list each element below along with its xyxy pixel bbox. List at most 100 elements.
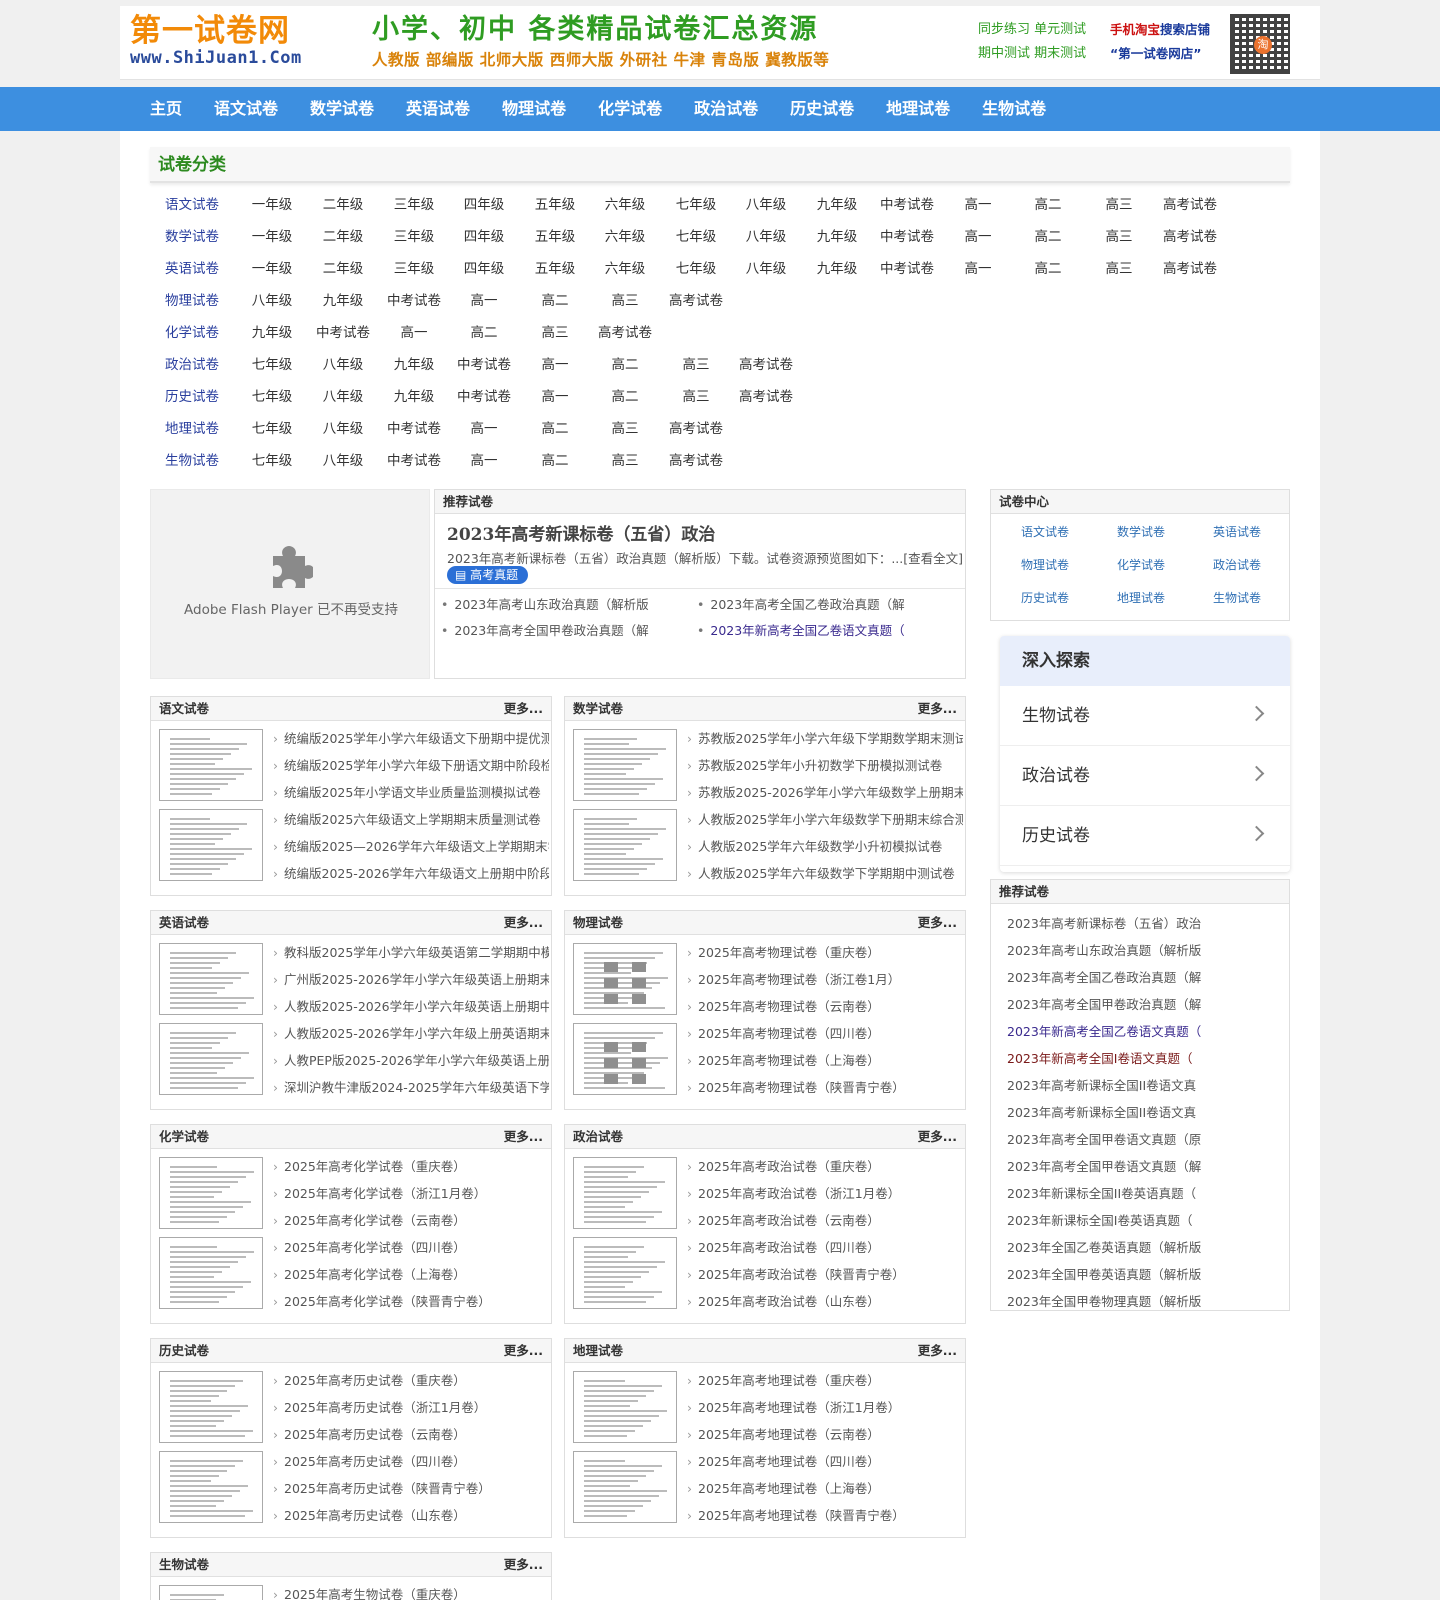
article-link[interactable]: 深圳沪教牛津版2024-2025学年六年级英语下学 <box>273 1074 549 1101</box>
category-grade-link[interactable]: 五年级 <box>519 189 591 221</box>
article-link[interactable]: 2025年高考历史试卷（云南卷） <box>273 1421 549 1448</box>
article-link[interactable]: 2025年高考地理试卷（云南卷） <box>687 1421 963 1448</box>
category-grade-link[interactable]: 高一 <box>519 381 591 413</box>
category-subject-link[interactable]: 地理试卷 <box>150 413 234 445</box>
category-grade-link[interactable]: 七年级 <box>236 349 308 381</box>
article-link[interactable]: 统编版2025六年级语文上学期期末质量测试卷 <box>273 806 549 833</box>
category-grade-link[interactable]: 八年级 <box>307 445 379 477</box>
category-grade-link[interactable]: 高考试卷 <box>1154 221 1226 253</box>
test-center-link[interactable]: 语文试卷 <box>997 516 1093 548</box>
category-grade-link[interactable]: 五年级 <box>519 253 591 285</box>
more-link[interactable]: 更多... <box>918 911 957 935</box>
category-grade-link[interactable]: 高三 <box>1083 221 1155 253</box>
category-grade-link[interactable]: 中考试卷 <box>378 445 450 477</box>
article-link[interactable]: 2025年高考地理试卷（上海卷） <box>687 1475 963 1502</box>
category-grade-link[interactable]: 四年级 <box>448 253 520 285</box>
article-link[interactable]: 2025年高考地理试卷（四川卷） <box>687 1448 963 1475</box>
category-grade-link[interactable]: 四年级 <box>448 189 520 221</box>
paper-thumbnail[interactable] <box>573 729 677 801</box>
category-grade-link[interactable]: 高二 <box>448 317 520 349</box>
more-link[interactable]: 更多... <box>504 1125 543 1149</box>
category-grade-link[interactable]: 高一 <box>519 349 591 381</box>
article-link[interactable]: 人教版2025学年六年级数学下学期期中测试卷 <box>687 860 963 887</box>
category-grade-link[interactable]: 五年级 <box>519 221 591 253</box>
right-recommend-item[interactable]: 2023年全国甲卷英语真题（解析版 <box>991 1261 1289 1288</box>
category-grade-link[interactable]: 七年级 <box>236 381 308 413</box>
category-grade-link[interactable]: 八年级 <box>730 253 802 285</box>
category-grade-link[interactable]: 中考试卷 <box>448 381 520 413</box>
paper-thumbnail[interactable] <box>159 1371 263 1443</box>
right-recommend-item[interactable]: 2023年新高考全国乙卷语文真题（ <box>991 1018 1289 1045</box>
nav-item-6[interactable]: 政治试卷 <box>684 87 768 131</box>
article-link[interactable]: 2025年高考政治试卷（陕晋青宁卷） <box>687 1261 963 1288</box>
category-grade-link[interactable]: 九年级 <box>378 381 450 413</box>
nav-item-9[interactable]: 生物试卷 <box>972 87 1056 131</box>
nav-item-7[interactable]: 历史试卷 <box>780 87 864 131</box>
category-grade-link[interactable]: 中考试卷 <box>871 189 943 221</box>
article-link[interactable]: 2025年高考化学试卷（云南卷） <box>273 1207 549 1234</box>
right-recommend-item[interactable]: 2023年高考全国甲卷政治真题（解 <box>991 991 1289 1018</box>
category-grade-link[interactable]: 高三 <box>1083 253 1155 285</box>
article-link[interactable]: 2025年高考化学试卷（浙江1月卷） <box>273 1180 549 1207</box>
category-grade-link[interactable]: 高考试卷 <box>730 349 802 381</box>
category-grade-link[interactable]: 二年级 <box>307 253 379 285</box>
article-link[interactable]: 2025年高考政治试卷（四川卷） <box>687 1234 963 1261</box>
category-grade-link[interactable]: 二年级 <box>307 189 379 221</box>
nav-item-5[interactable]: 化学试卷 <box>588 87 672 131</box>
paper-thumbnail[interactable] <box>159 1237 263 1309</box>
more-link[interactable]: 更多... <box>504 697 543 721</box>
site-logo[interactable]: 第一试卷网 www.ShiJuan1.Com <box>130 14 345 76</box>
category-subject-link[interactable]: 生物试卷 <box>150 445 234 477</box>
paper-thumbnail[interactable] <box>159 1157 263 1229</box>
right-recommend-item[interactable]: 2023年高考新课标全国II卷语文真 <box>991 1099 1289 1126</box>
category-grade-link[interactable]: 二年级 <box>307 221 379 253</box>
category-grade-link[interactable]: 高三 <box>660 381 732 413</box>
paper-thumbnail[interactable] <box>159 809 263 881</box>
right-recommend-item[interactable]: 2023年高考全国甲卷语文真题（解 <box>991 1153 1289 1180</box>
paper-thumbnail[interactable] <box>573 1157 677 1229</box>
category-grade-link[interactable]: 高二 <box>589 349 661 381</box>
recommend-description[interactable]: 2023年高考新课标卷（五省）政治真题（解析版）下载。试卷资源预览图如下：...… <box>447 548 963 567</box>
article-link[interactable]: 2025年高考地理试卷（重庆卷） <box>687 1367 963 1394</box>
nav-item-4[interactable]: 物理试卷 <box>492 87 576 131</box>
test-center-link[interactable]: 英语试卷 <box>1189 516 1285 548</box>
article-link[interactable]: 2025年高考化学试卷（陕晋青宁卷） <box>273 1288 549 1315</box>
category-grade-link[interactable]: 高三 <box>660 349 732 381</box>
test-center-link[interactable]: 化学试卷 <box>1093 549 1189 581</box>
category-grade-link[interactable]: 八年级 <box>307 413 379 445</box>
category-grade-link[interactable]: 七年级 <box>660 253 732 285</box>
right-recommend-item[interactable]: 2023年高考山东政治真题（解析版 <box>991 937 1289 964</box>
article-link[interactable]: 2025年高考历史试卷（浙江1月卷） <box>273 1394 549 1421</box>
explore-item[interactable]: 生物试卷 <box>1000 686 1290 746</box>
category-grade-link[interactable]: 高二 <box>519 413 591 445</box>
article-link[interactable]: 2025年高考生物试卷（重庆卷） <box>273 1581 549 1600</box>
category-grade-link[interactable]: 中考试卷 <box>378 413 450 445</box>
paper-thumbnail[interactable] <box>573 943 677 1015</box>
right-recommend-item[interactable]: 2023年高考全国乙卷政治真题（解 <box>991 964 1289 991</box>
category-subject-link[interactable]: 物理试卷 <box>150 285 234 317</box>
article-link[interactable]: 2025年高考物理试卷（上海卷） <box>687 1047 963 1074</box>
category-grade-link[interactable]: 高三 <box>589 413 661 445</box>
category-grade-link[interactable]: 高一 <box>448 445 520 477</box>
right-recommend-item[interactable]: 2023年高考新课标卷（五省）政治 <box>991 910 1289 937</box>
article-link[interactable]: 人教版2025学年六年级数学小升初模拟试卷 <box>687 833 963 860</box>
category-grade-link[interactable]: 高二 <box>1012 253 1084 285</box>
category-grade-link[interactable]: 高一 <box>448 285 520 317</box>
category-subject-link[interactable]: 化学试卷 <box>150 317 234 349</box>
article-link[interactable]: 统编版2025年小学语文毕业质量监测模拟试卷 <box>273 779 549 806</box>
article-link[interactable]: 2025年高考政治试卷（重庆卷） <box>687 1153 963 1180</box>
more-link[interactable]: 更多... <box>918 1125 957 1149</box>
category-grade-link[interactable]: 九年级 <box>236 317 308 349</box>
category-grade-link[interactable]: 七年级 <box>236 445 308 477</box>
nav-item-0[interactable]: 主页 <box>140 87 192 131</box>
category-grade-link[interactable]: 三年级 <box>378 221 450 253</box>
article-link[interactable]: 2025年高考政治试卷（浙江1月卷） <box>687 1180 963 1207</box>
recommend-link[interactable]: 2023年高考全国乙卷政治真题（解 <box>697 592 947 618</box>
category-grade-link[interactable]: 三年级 <box>378 189 450 221</box>
category-grade-link[interactable]: 六年级 <box>589 253 661 285</box>
article-link[interactable]: 统编版2025-2026学年六年级语文上册期中阶段 <box>273 860 549 887</box>
category-grade-link[interactable]: 七年级 <box>660 221 732 253</box>
article-link[interactable]: 2025年高考化学试卷（四川卷） <box>273 1234 549 1261</box>
explore-item[interactable]: 政治试卷 <box>1000 746 1290 806</box>
category-grade-link[interactable]: 高三 <box>589 445 661 477</box>
